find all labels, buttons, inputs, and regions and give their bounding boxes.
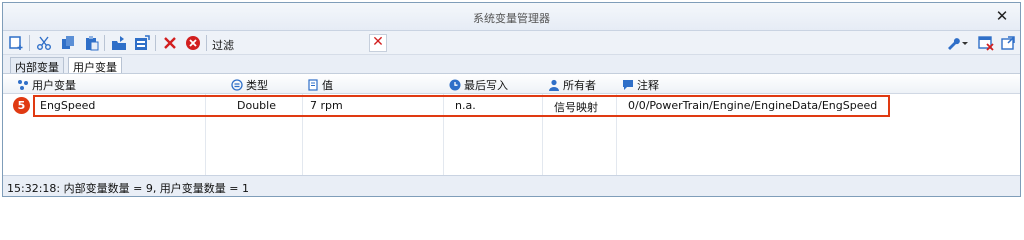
cut-icon[interactable] [36, 35, 52, 51]
row-highlight-annotation [33, 95, 890, 117]
column-header-type[interactable]: 类型 [231, 77, 268, 92]
toolbar-separator [29, 35, 30, 51]
filter-label: 过滤 [212, 39, 234, 52]
step-badge: 5 [13, 97, 30, 114]
import-icon[interactable] [111, 35, 127, 51]
column-header-user-variable[interactable]: 用户变量 [17, 77, 76, 92]
toolbar-separator [206, 35, 207, 51]
user-icon [549, 79, 559, 91]
chevron-down-icon[interactable] [961, 35, 969, 51]
delete-icon[interactable] [162, 35, 178, 51]
filter-input[interactable] [237, 34, 363, 52]
clear-window-icon[interactable] [978, 35, 994, 51]
close-icon[interactable]: ✕ [994, 8, 1010, 24]
clock-icon [449, 79, 461, 91]
paste-icon[interactable] [84, 35, 100, 51]
column-label: 值 [322, 79, 333, 92]
table-header: 用户变量 类型 值 最后写入 所有者 注释 [3, 74, 1020, 94]
window-title: 系统变量管理器 [473, 12, 550, 25]
column-label: 注释 [637, 79, 659, 92]
status-text: 15:32:18: 内部变量数量 = 9, 用户变量数量 = 1 [7, 182, 250, 195]
type-icon [231, 79, 243, 91]
detach-window-icon[interactable] [1000, 35, 1016, 51]
title-bar: 系统变量管理器 ✕ [3, 3, 1020, 31]
value-icon [308, 79, 318, 91]
clear-filter-icon[interactable]: ✕ [369, 34, 387, 52]
toolbar-separator [155, 35, 156, 51]
export-icon[interactable] [134, 35, 150, 51]
wrench-icon[interactable] [945, 35, 961, 51]
column-label: 所有者 [563, 79, 596, 92]
column-label: 最后写入 [464, 79, 508, 92]
tab-user-variables[interactable]: 用户变量 [68, 57, 122, 74]
column-label: 用户变量 [32, 79, 76, 92]
column-header-owner[interactable]: 所有者 [548, 77, 596, 92]
delete-all-icon[interactable] [185, 35, 201, 51]
copy-icon[interactable] [60, 35, 76, 51]
tab-strip: 内部变量 用户变量 [3, 55, 1020, 74]
column-label: 类型 [246, 79, 268, 92]
column-header-last-written[interactable]: 最后写入 [449, 77, 508, 92]
tab-internal-variables[interactable]: 内部变量 [10, 57, 64, 74]
system-variables-window: 系统变量管理器 ✕ 过滤 ✕ 内部变量 用户变量 用户变量 类型 值 最后写入 … [2, 2, 1021, 197]
variables-table: 用户变量 类型 值 最后写入 所有者 注释 EngSpeed Double 7 … [3, 73, 1020, 177]
column-header-value[interactable]: 值 [307, 77, 333, 92]
toolbar: 过滤 ✕ [3, 31, 1020, 55]
comment-icon [623, 80, 633, 90]
variables-icon [18, 80, 28, 90]
new-variable-icon[interactable] [8, 35, 24, 51]
toolbar-separator [104, 35, 105, 51]
column-header-comment[interactable]: 注释 [622, 77, 659, 92]
status-bar: 15:32:18: 内部变量数量 = 9, 用户变量数量 = 1 [3, 175, 1020, 196]
